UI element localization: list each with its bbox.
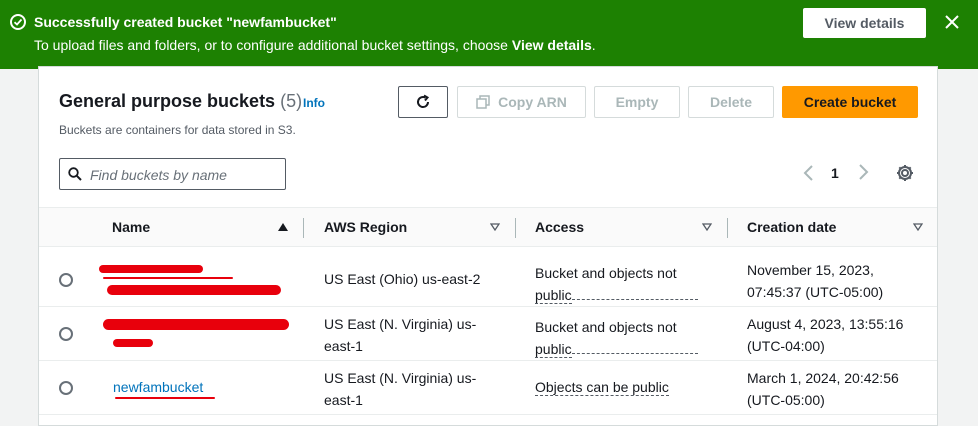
table-row[interactable]: US East (Ohio) us-east-2 Bucket and obje… [39, 253, 937, 307]
row-region-line: US East (N. Virginia) us- [324, 370, 477, 386]
table-row[interactable]: newfambucket US East (N. Virginia) us-ea… [39, 361, 937, 415]
row-creation-date: March 1, 2024, 20:42:56 (UTC-05:00) [747, 367, 899, 411]
row-region-line: east-1 [324, 338, 363, 354]
row-creation-date: August 4, 2023, 13:55:16 (UTC-04:00) [747, 313, 903, 357]
column-header-region[interactable]: AWS Region [324, 219, 407, 235]
column-header-creation-date[interactable]: Creation date [747, 219, 836, 235]
row-access-line: Objects can be public [535, 379, 669, 396]
close-icon[interactable] [940, 10, 964, 34]
buckets-title: General purpose buckets [59, 91, 276, 111]
success-flashbar: Successfully created bucket "newfambucke… [0, 0, 978, 69]
column-header-access[interactable]: Access [535, 219, 584, 235]
column-divider[interactable] [515, 218, 516, 238]
view-details-button[interactable]: View details [803, 8, 926, 38]
row-region: US East (Ohio) us-east-2 [324, 271, 481, 287]
row-radio[interactable] [59, 327, 73, 341]
success-check-icon [10, 14, 26, 30]
access-underline [571, 299, 698, 300]
table-row[interactable]: US East (N. Virginia) us-east-1 Bucket a… [39, 307, 937, 361]
row-creation-date: November 15, 2023, 07:45:37 (UTC-05:00) [747, 259, 883, 303]
row-region: US East (N. Virginia) us-east-1 [324, 313, 476, 357]
flash-message-text: To upload files and folders, or to confi… [34, 37, 512, 53]
row-date-line: August 4, 2023, 13:55:16 [747, 316, 904, 332]
row-date-line: March 1, 2024, 20:42:56 [747, 370, 899, 386]
empty-button[interactable]: Empty [594, 86, 680, 118]
chevron-right-icon[interactable] [858, 163, 872, 183]
column-divider[interactable] [303, 218, 304, 238]
search-box[interactable] [59, 158, 286, 190]
row-access-line: Bucket and objects not [535, 265, 677, 281]
sort-icon [490, 223, 500, 231]
search-input[interactable] [90, 165, 280, 185]
info-link[interactable]: Info [303, 96, 325, 110]
sort-ascending-icon [278, 223, 288, 231]
access-underline [571, 353, 698, 354]
row-access-line: public [535, 287, 572, 304]
row-radio[interactable] [59, 273, 73, 287]
search-icon [68, 167, 82, 181]
row-region-line: east-1 [324, 392, 363, 408]
row-access-line: public [535, 341, 572, 358]
flash-title: Successfully created bucket "newfambucke… [34, 14, 337, 30]
flash-message-link: View details [511, 37, 592, 53]
flash-message-suffix: . [591, 37, 596, 53]
row-access: Objects can be public [535, 376, 669, 398]
row-access-line: Bucket and objects not [535, 319, 677, 335]
copy-icon [476, 95, 490, 109]
row-date-line: (UTC-04:00) [747, 338, 825, 354]
row-region-line: US East (N. Virginia) us- [324, 316, 477, 332]
row-region: US East (N. Virginia) us-east-1 [324, 367, 476, 411]
row-access: Bucket and objects not public [535, 262, 710, 306]
panel-description: Buckets are containers for data stored i… [59, 123, 296, 137]
row-access: Bucket and objects not public [535, 316, 710, 360]
table-header: Name AWS Region Access Creation date [39, 207, 937, 247]
bucket-name-link[interactable]: newfambucket [113, 376, 203, 398]
chevron-left-icon[interactable] [802, 164, 814, 187]
flash-message: To upload files and folders, or to confi… [34, 37, 596, 53]
row-date-line: (UTC-05:00) [747, 392, 825, 408]
row-radio[interactable] [59, 381, 73, 395]
column-divider[interactable] [727, 218, 728, 238]
create-bucket-button[interactable]: Create bucket [782, 86, 918, 118]
buckets-panel: General purpose buckets (5) Info Buckets… [38, 66, 938, 426]
copy-arn-label: Copy ARN [498, 94, 567, 110]
gear-icon[interactable] [895, 163, 915, 183]
handwritten-underline [115, 397, 215, 399]
page-title: General purpose buckets (5) [59, 91, 302, 112]
column-header-name[interactable]: Name [112, 219, 150, 235]
row-date-line: 07:45:37 (UTC-05:00) [747, 284, 884, 300]
refresh-button[interactable] [398, 86, 448, 118]
bucket-count: (5) [280, 91, 303, 111]
delete-button[interactable]: Delete [688, 86, 774, 118]
row-date-line: November 15, 2023, [747, 262, 874, 278]
refresh-icon [417, 94, 430, 108]
sort-icon [913, 223, 923, 231]
page-number[interactable]: 1 [831, 165, 839, 181]
sort-icon [702, 223, 712, 231]
copy-arn-button[interactable]: Copy ARN [457, 86, 586, 118]
bucket-name[interactable]: newfambucket [113, 379, 203, 395]
